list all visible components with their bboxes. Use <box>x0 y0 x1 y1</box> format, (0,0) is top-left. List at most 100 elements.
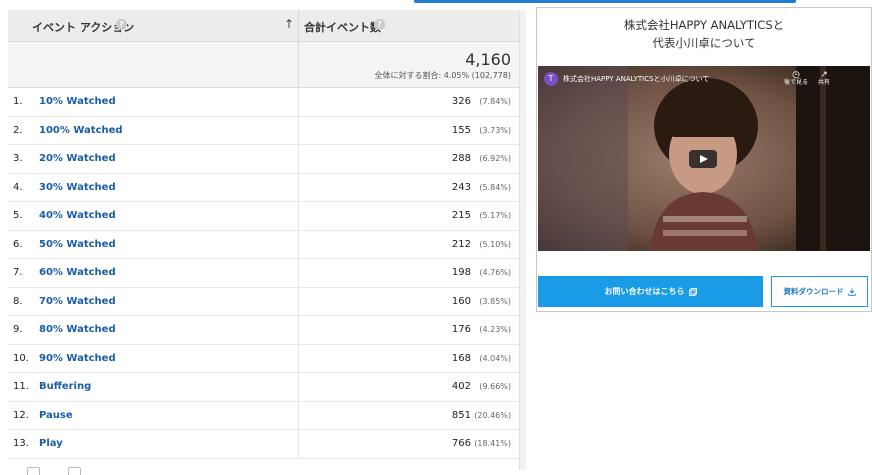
metric-column-header[interactable]: 合計イベント数 ? <box>298 10 519 42</box>
row-percent: (5.10%) <box>479 239 511 249</box>
contact-button-label: お問い合わせはこちら <box>604 287 685 296</box>
event-action-link[interactable]: 40% Watched <box>39 210 116 221</box>
row-percent: (4.76%) <box>479 268 511 277</box>
row-value: 155 <box>451 124 471 136</box>
value-cell: 215 (5.17%) <box>298 202 519 230</box>
table-row: 13. Play 766 (18.41%) <box>8 430 519 459</box>
share-control[interactable]: ↗ 共有 <box>818 71 830 87</box>
value-cell: 288 (6.92%) <box>298 145 519 173</box>
table-header: イベント アクション ? ↑ 合計イベント数 ? <box>8 10 519 42</box>
total-percent-text: 全体に対する割合: 4.05% (102,778) <box>374 71 511 80</box>
pagination-control[interactable] <box>27 467 40 475</box>
value-cell: 326 (7.84%) <box>298 88 519 116</box>
table-row: 6. 50% Watched 212 (5.10%) <box>8 230 519 259</box>
table-scrollbar[interactable] <box>519 10 526 470</box>
event-action-link[interactable]: 60% Watched <box>39 267 116 278</box>
row-index: 2. <box>13 124 23 136</box>
download-icon <box>847 288 856 296</box>
top-accent-bar <box>414 0 796 3</box>
table-row: 12. Pause 851 (20.46%) <box>8 401 519 430</box>
promo-card: 株式会社HAPPY ANALYTICSと 代表小川卓について T 株式会社HAP… <box>536 7 872 312</box>
event-action-link[interactable]: 80% Watched <box>39 324 116 335</box>
table-row: 9. 80% Watched 176 (4.23%) <box>8 316 519 345</box>
row-percent: (3.85%) <box>479 296 511 306</box>
value-cell: 176 (4.23%) <box>298 316 519 344</box>
row-value: 198 <box>451 267 471 278</box>
total-events-value: 4,160 <box>465 50 511 69</box>
promo-title-line-2: 代表小川卓について <box>652 36 756 50</box>
row-index: 7. <box>13 267 23 278</box>
totals-row: 4,160 全体に対する割合: 4.05% (102,778) <box>8 42 519 88</box>
row-percent: (5.17%) <box>479 211 511 220</box>
row-value: 288 <box>451 153 471 164</box>
pagination-control[interactable] <box>68 467 81 475</box>
row-percent: (5.84%) <box>479 182 511 192</box>
row-value: 243 <box>451 181 471 193</box>
contact-button[interactable]: お問い合わせはこちら <box>538 276 763 307</box>
row-percent: (6.92%) <box>479 154 511 163</box>
value-cell: 212 (5.10%) <box>298 230 519 258</box>
row-percent: (20.46%) <box>474 410 511 420</box>
help-icon[interactable]: ? <box>374 19 385 30</box>
table-row: 10. 90% Watched 168 (4.04%) <box>8 344 519 373</box>
event-action-link[interactable]: 90% Watched <box>39 353 116 364</box>
totals-label-cell <box>8 42 298 88</box>
row-index: 12. <box>13 409 29 421</box>
watch-later-control[interactable]: ◷ 後で見る <box>784 71 808 87</box>
promo-title: 株式会社HAPPY ANALYTICSと 代表小川卓について <box>537 16 871 52</box>
value-cell: 168 (4.04%) <box>298 344 519 372</box>
value-cell: 243 (5.84%) <box>298 173 519 201</box>
table-row: 1. 10% Watched 326 (7.84%) <box>8 88 519 117</box>
row-value: 851 <box>451 409 471 421</box>
totals-value-cell: 4,160 全体に対する割合: 4.05% (102,778) <box>298 42 519 88</box>
download-button-label: 資料ダウンロード <box>783 287 844 296</box>
video-player[interactable]: T 株式会社HAPPY ANALYTICSと小川卓について ◷ 後で見る ↗ 共… <box>538 66 870 251</box>
row-value: 160 <box>451 295 471 307</box>
row-value: 402 <box>451 381 471 392</box>
value-cell: 160 (3.85%) <box>298 287 519 315</box>
play-button[interactable] <box>689 150 717 168</box>
row-percent: (9.66%) <box>479 382 511 391</box>
row-value: 168 <box>451 352 471 364</box>
event-action-link[interactable]: Play <box>39 438 63 449</box>
event-action-link[interactable]: 20% Watched <box>39 153 116 164</box>
row-index: 10. <box>13 352 29 364</box>
table-body: 1. 10% Watched 326 (7.84%) 2. 100% Watched 155… <box>8 88 519 459</box>
row-value: 326 <box>451 96 471 107</box>
metric-header-label: 合計イベント数 <box>304 21 381 34</box>
event-action-link[interactable]: 50% Watched <box>39 239 116 250</box>
sort-arrow-icon[interactable]: ↑ <box>284 17 294 31</box>
dimension-column-header[interactable]: イベント アクション ? ↑ <box>8 10 298 42</box>
table-row: 3. 20% Watched 288 (6.92%) <box>8 145 519 174</box>
row-index: 11. <box>13 381 29 392</box>
channel-avatar[interactable]: T <box>544 72 558 86</box>
value-cell: 766 (18.41%) <box>298 430 519 458</box>
video-title[interactable]: 株式会社HAPPY ANALYTICSと小川卓について <box>563 74 709 84</box>
event-action-link[interactable]: Buffering <box>39 381 91 392</box>
row-value: 212 <box>451 238 471 250</box>
row-index: 5. <box>13 210 23 221</box>
clock-icon: ◷ <box>792 70 800 80</box>
event-action-link[interactable]: 100% Watched <box>39 125 123 136</box>
row-value: 176 <box>451 324 471 335</box>
event-action-link[interactable]: 30% Watched <box>39 182 116 193</box>
row-percent: (7.84%) <box>479 97 511 106</box>
external-window-icon <box>688 287 697 296</box>
event-action-link[interactable]: 70% Watched <box>39 296 116 307</box>
download-button[interactable]: 資料ダウンロード <box>771 276 868 307</box>
event-action-link[interactable]: 10% Watched <box>39 96 116 107</box>
row-index: 8. <box>13 295 23 307</box>
value-cell: 198 (4.76%) <box>298 259 519 287</box>
row-value: 766 <box>451 438 471 449</box>
share-icon: ↗ <box>820 70 828 80</box>
row-index: 13. <box>13 438 29 449</box>
event-action-link[interactable]: Pause <box>39 410 73 421</box>
row-index: 1. <box>13 96 23 107</box>
report-table: イベント アクション ? ↑ 合計イベント数 ? 4,160 全体に対する割合:… <box>8 10 526 470</box>
value-cell: 402 (9.66%) <box>298 373 519 401</box>
share-label: 共有 <box>818 79 831 86</box>
help-icon[interactable]: ? <box>116 19 127 30</box>
row-index: 3. <box>13 153 23 164</box>
row-index: 4. <box>13 181 23 193</box>
table-row: 2. 100% Watched 155 (3.73%) <box>8 116 519 145</box>
